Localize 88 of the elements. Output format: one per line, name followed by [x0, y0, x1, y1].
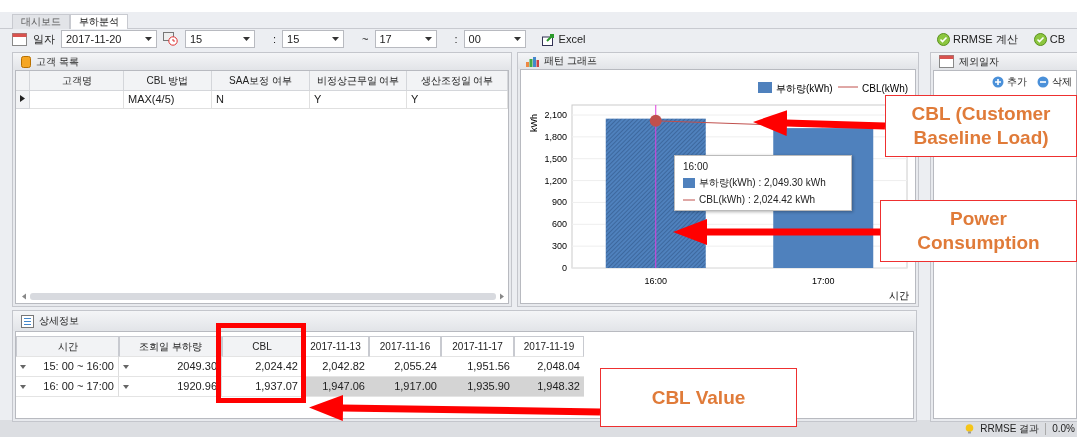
table-cell: 1,948.32: [514, 377, 584, 398]
time-dropdown[interactable]: 15: [185, 30, 255, 49]
caret-icon: [243, 37, 250, 42]
caret-icon: [123, 364, 129, 369]
check-circle-icon: [936, 32, 950, 46]
legend-label: 부하량(kWh): [776, 83, 833, 95]
table-cell: Y: [310, 91, 407, 110]
status-label: RRMSE 결과: [980, 421, 1040, 436]
bar-chart-icon: [526, 55, 539, 67]
caret-icon: [513, 37, 521, 42]
table-cell-text: 15: 00 ~ 16:00: [43, 359, 114, 375]
status-value: 0.0%: [1052, 423, 1075, 435]
column-header: 조회일 부하량: [119, 336, 222, 358]
panel-title: 고객 목록: [36, 54, 79, 69]
column-header: CBL: [222, 336, 302, 358]
tooltip-entry: 부하량(kWh) : 2,049.30 kWh: [699, 176, 826, 191]
column-header: 비정상근무일 여부: [310, 71, 407, 92]
caret-icon: [123, 384, 129, 389]
tooltip-title: 16:00: [683, 161, 710, 173]
column-header: 생산조정일 여부: [407, 71, 508, 92]
legend-label: CBL(kWh): [862, 83, 909, 95]
legend-swatch: [683, 178, 695, 189]
caret-icon: [20, 364, 26, 369]
excel-button[interactable]: Excel: [541, 32, 586, 46]
tick-label: 600: [551, 219, 567, 230]
tooltip-entry: CBL(kWh) : 2,024.42 kWh: [699, 194, 816, 206]
time-dropdown[interactable]: 15: [282, 30, 345, 49]
panel-title: 패턴 그래프: [544, 54, 597, 69]
table-cell: N: [212, 91, 310, 110]
panel-title: 상세정보: [39, 314, 79, 329]
tick-label: 1,500: [544, 154, 567, 164]
check-circle-icon: [1033, 32, 1047, 46]
note-icon: [21, 55, 31, 68]
tick-label: 300: [551, 241, 567, 252]
tick-label: 2,100: [544, 110, 567, 121]
data-point: [649, 115, 662, 128]
table-cell-text: 16: 00 ~ 17:00: [43, 379, 114, 395]
tab[interactable]: 대시보드: [12, 13, 70, 29]
date-dropdown[interactable]: 2017-11-20: [61, 30, 157, 49]
time-dropdown[interactable]: 00: [463, 30, 526, 49]
table-cell-text: 2049.30: [177, 359, 217, 375]
caret-icon: [424, 37, 432, 42]
column-header: 시간: [16, 336, 119, 358]
table-cell: 1,935.90: [441, 377, 514, 398]
tick-label: 1,200: [544, 175, 567, 186]
separator: ~: [362, 33, 369, 46]
table-cell: Y: [407, 91, 508, 110]
bulb-icon: [965, 423, 975, 434]
clock-icon: [163, 32, 179, 47]
column-header: 고객명: [30, 71, 124, 92]
panel-button[interactable]: 추가: [992, 74, 1027, 91]
caret-icon: [145, 37, 152, 42]
column-header: CBL 방법: [124, 71, 212, 92]
caret-icon: [20, 384, 26, 389]
table-cell: MAX(4/5): [124, 91, 212, 110]
field-label: 일자: [33, 31, 55, 47]
table-cell-text: 1920.96: [177, 379, 217, 395]
plus-circle-icon: [992, 76, 1004, 89]
axis-title: kWh: [529, 114, 539, 133]
tick-label: 900: [551, 197, 567, 208]
column-header: 2017-11-16: [369, 336, 441, 358]
tick-label: 16:00: [644, 276, 667, 287]
column-header: 2017-11-19: [514, 336, 584, 358]
annotation-text: Power Consumption: [916, 207, 1041, 255]
time-dropdown[interactable]: 17: [374, 30, 437, 49]
row-pointer-icon: [20, 95, 25, 103]
annotation-text: CBL (Customer Baseline Load): [910, 102, 1052, 150]
separator: :: [273, 33, 277, 46]
export-icon: [541, 32, 556, 46]
table-cell: 1,917.00: [369, 377, 441, 398]
tick-label: 1,800: [544, 132, 567, 143]
column-header: 2017-11-17: [441, 336, 514, 358]
list-icon: [21, 314, 34, 328]
separator: :: [454, 33, 458, 46]
toolbar-button[interactable]: RRMSE 계산: [936, 31, 1018, 47]
toolbar-button[interactable]: CB: [1033, 32, 1065, 46]
annotation-text: CBL Value: [650, 385, 747, 410]
caret-icon: [332, 37, 340, 42]
minus-circle-icon: [1037, 76, 1049, 89]
panel-title: 제외일자: [959, 54, 999, 69]
axis-title: 시간: [889, 290, 909, 302]
tick-label: 17:00: [812, 276, 835, 287]
panel-button[interactable]: 삭제: [1037, 74, 1072, 91]
column-header: SAA보정 여부: [212, 71, 310, 92]
tick-label: 0: [562, 263, 567, 274]
tab[interactable]: 부하분석: [70, 13, 128, 29]
calendar-icon: [12, 32, 27, 46]
calendar-icon: [939, 55, 954, 69]
